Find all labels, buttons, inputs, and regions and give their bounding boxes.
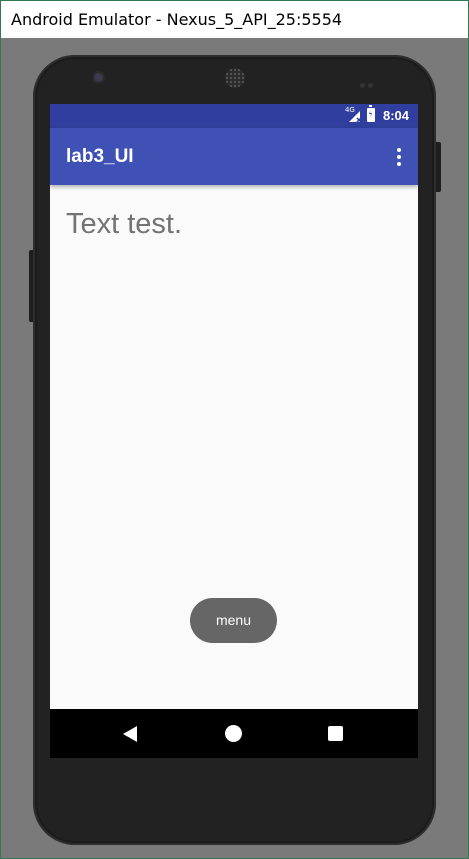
app-title: lab3_UI (66, 146, 134, 167)
recent-apps-icon[interactable] (328, 726, 343, 741)
earpiece-speaker-icon (225, 68, 245, 88)
power-button[interactable] (436, 142, 441, 192)
window-title: Android Emulator - Nexus_5_API_25:5554 (11, 10, 343, 29)
content-text: Text test. (66, 208, 183, 240)
home-icon[interactable] (225, 725, 242, 742)
menu-button[interactable]: menu (190, 598, 277, 643)
back-icon[interactable] (123, 726, 137, 742)
cell-signal-icon: 4G (345, 106, 363, 123)
proximity-sensor-icon (360, 75, 378, 88)
status-bar: 4G 8:04 (50, 104, 418, 128)
device-screen: 4G 8:04 lab3_UI Text test. menu (50, 104, 418, 758)
status-time: 8:04 (382, 107, 409, 123)
window-titlebar[interactable]: Android Emulator - Nexus_5_API_25:5554 (1, 1, 468, 38)
battery-icon (366, 105, 375, 122)
status-icons: 4G 8:04 (345, 105, 409, 123)
front-camera-icon (94, 73, 103, 82)
navigation-bar (50, 709, 418, 758)
overflow-menu-icon[interactable] (392, 146, 406, 168)
app-toolbar: lab3_UI (50, 128, 418, 185)
